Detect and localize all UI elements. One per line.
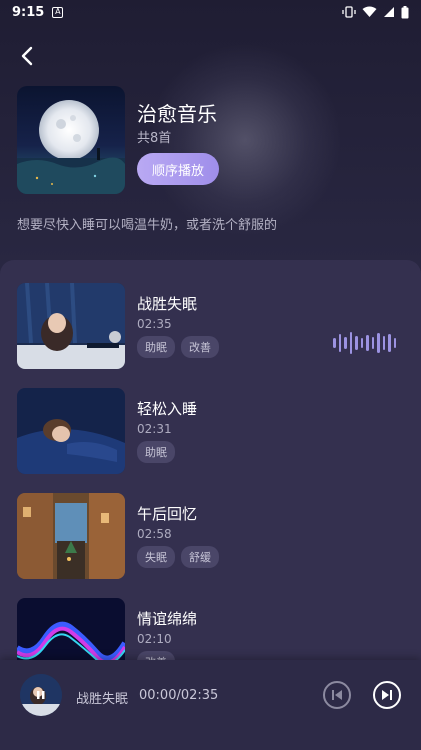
now-playing-title: 战胜失眠 [76,692,129,707]
mini-player[interactable]: 战胜失眠 00:00/02:35 [0,660,421,750]
playlist-description: 想要尽快入睡可以喝温牛奶，或者洗个舒服的 [17,218,278,233]
vibrate-icon [342,6,356,18]
status-icons [342,5,409,19]
song-tag: 失眠 [137,546,175,568]
song-title: 午后回忆 [137,505,198,523]
wifi-icon [362,6,377,17]
battery-icon [401,5,409,18]
song-duration: 02:10 [137,632,172,646]
song-title: 轻松入睡 [137,400,198,418]
previous-track-icon [323,681,351,709]
playlist-cover-image [17,86,125,194]
background-moon-glow [150,40,340,240]
next-track-icon [373,681,401,709]
song-thumbnail [17,283,125,369]
notification-icon: A [52,6,64,18]
sequential-play-button[interactable]: 顺序播放 [137,153,219,185]
song-list-panel: 战胜失眠 02:35 助眠 改善 轻松入睡 02:31 助眠 午后回忆 02:5… [0,260,421,684]
song-duration: 02:31 [137,422,172,436]
song-tag: 助眠 [137,336,175,358]
playlist-count: 共8首 [137,131,172,146]
back-button[interactable] [14,42,42,70]
song-title: 情谊绵绵 [137,610,198,628]
previous-track-button[interactable] [322,680,352,710]
playback-time: 00:00/02:35 [139,688,219,703]
playlist-title: 治愈音乐 [137,102,217,126]
now-playing-cover [20,674,62,716]
next-track-button[interactable] [372,680,402,710]
song-tag: 改善 [181,336,219,358]
song-duration: 02:58 [137,527,172,541]
song-tag: 舒缓 [181,546,219,568]
song-item[interactable]: 午后回忆 02:58 失眠 舒缓 [17,493,407,579]
song-duration: 02:35 [137,317,172,331]
song-item[interactable]: 轻松入睡 02:31 助眠 [17,388,407,474]
sound-wave-icon [333,331,396,355]
song-tags: 助眠 改善 [137,336,219,358]
song-tags: 失眠 舒缓 [137,546,219,568]
song-tag: 助眠 [137,441,175,463]
song-item[interactable]: 战胜失眠 02:35 助眠 改善 [17,283,407,369]
status-bar: 9:15 A [0,0,421,24]
back-arrow-icon [21,46,33,66]
song-thumbnail [17,388,125,474]
signal-icon [384,7,394,17]
song-title: 战胜失眠 [137,295,198,313]
song-tags: 助眠 [137,441,175,463]
song-thumbnail [17,493,125,579]
status-time: 9:15 [12,4,45,20]
